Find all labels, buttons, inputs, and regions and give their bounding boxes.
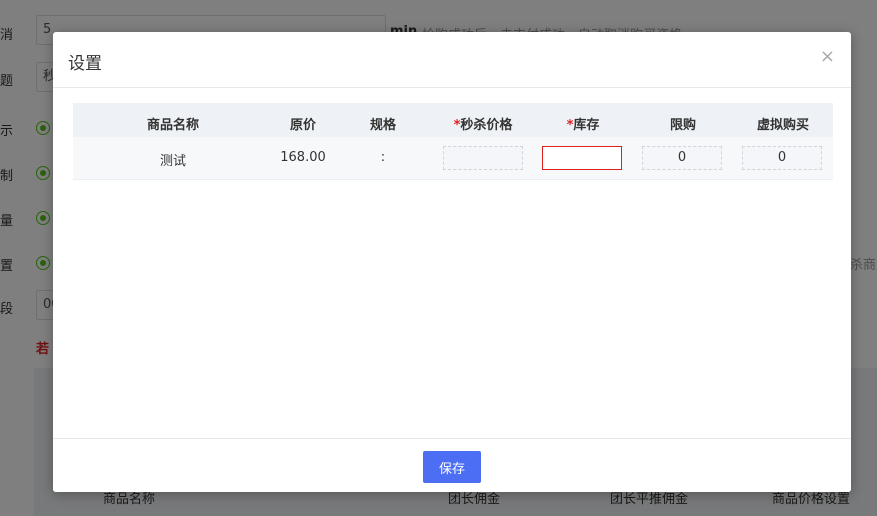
virtual-purchase-input[interactable]: 0 — [742, 146, 822, 170]
column-header-seckill-price-label: 秒杀价格 — [460, 118, 513, 133]
column-header-virtual: 虚拟购买 — [756, 118, 809, 133]
column-header-spec: 规格 — [369, 118, 396, 133]
save-button[interactable]: 保存 — [423, 451, 481, 483]
cell-price: 168.00 — [280, 150, 326, 165]
column-header-limit: 限购 — [669, 118, 696, 133]
modal-body: 商品名称 原价 规格 *秒杀价格 *库存 限购 虚拟购买 测试 168.00 :… — [53, 88, 851, 438]
column-header-stock-label: 库存 — [573, 118, 600, 133]
modal-footer: 保存 — [53, 438, 851, 492]
seckill-price-input[interactable] — [443, 146, 523, 170]
cell-spec: : — [380, 150, 386, 165]
modal-header: 设置 × — [53, 32, 851, 88]
close-icon[interactable]: × — [820, 46, 835, 68]
stock-input[interactable] — [542, 146, 622, 170]
column-header-price: 原价 — [289, 118, 316, 133]
column-header-stock: *库存 — [548, 114, 618, 133]
column-header-name: 商品名称 — [146, 118, 199, 133]
settings-modal: 设置 × 商品名称 原价 规格 *秒杀价格 *库存 限购 虚拟购买 测试 168… — [53, 32, 851, 492]
sku-table: 商品名称 原价 规格 *秒杀价格 *库存 限购 虚拟购买 测试 168.00 :… — [73, 103, 833, 180]
column-header-seckill-price: *秒杀价格 — [438, 114, 528, 133]
limit-input[interactable]: 0 — [642, 146, 722, 170]
modal-title: 设置 — [68, 54, 102, 74]
cell-name: 测试 — [159, 154, 186, 169]
